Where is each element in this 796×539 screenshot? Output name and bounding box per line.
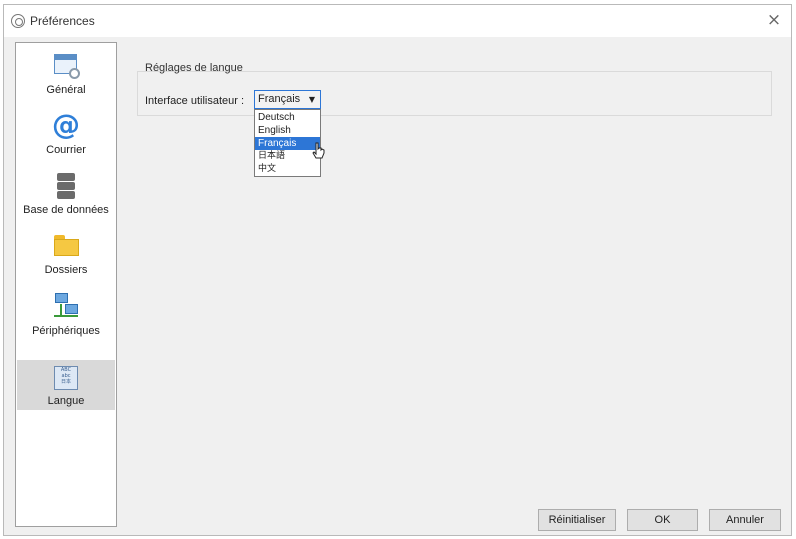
language-icon: ABC abc 日本	[52, 364, 80, 392]
ok-button[interactable]: OK	[627, 509, 698, 531]
network-devices-icon	[52, 292, 80, 320]
cancel-button[interactable]: Annuler	[709, 509, 781, 531]
interface-language-label: Interface utilisateur :	[145, 95, 245, 107]
language-settings-group	[137, 71, 772, 116]
language-option-japanese[interactable]: 日本語	[255, 150, 320, 163]
language-option-francais[interactable]: Français	[255, 137, 320, 150]
sidebar-item-general[interactable]: Général	[17, 47, 115, 107]
sidebar-item-label: Périphériques	[32, 325, 100, 337]
app-icon	[11, 14, 25, 28]
sidebar-item-database[interactable]: Base de données	[17, 167, 115, 227]
sidebar-item-folders[interactable]: Dossiers	[17, 227, 115, 287]
at-mail-icon: @	[52, 108, 80, 141]
window-title: Préférences	[30, 14, 95, 28]
preferences-sidebar: Général @ Courrier Base de données Dossi…	[15, 42, 117, 527]
close-button[interactable]: ×	[763, 9, 785, 31]
folder-icon	[52, 231, 80, 259]
sidebar-item-label: Dossiers	[44, 264, 88, 276]
database-icon	[52, 171, 80, 199]
sidebar-item-devices[interactable]: Périphériques	[17, 288, 115, 348]
interface-language-select[interactable]: Français ▼	[254, 90, 321, 109]
language-dropdown-list: Deutsch English Français 日本語 中文	[254, 109, 321, 177]
selected-language: Français	[258, 93, 301, 105]
sidebar-item-label: Général	[46, 84, 86, 96]
reset-button[interactable]: Réinitialiser	[538, 509, 616, 531]
title-bar: Préférences ×	[4, 5, 791, 37]
language-option-deutsch[interactable]: Deutsch	[255, 111, 320, 124]
mouse-pointer-icon	[312, 142, 325, 159]
sidebar-item-label: Courrier	[46, 144, 86, 156]
chevron-down-icon: ▼	[308, 95, 315, 104]
language-option-english[interactable]: English	[255, 124, 320, 137]
sidebar-item-language[interactable]: ABC abc 日本 Langue	[17, 360, 115, 410]
general-settings-icon	[52, 51, 80, 79]
sidebar-item-label: Langue	[47, 395, 85, 407]
language-option-chinese[interactable]: 中文	[255, 163, 320, 176]
sidebar-item-label: Base de données	[23, 204, 109, 216]
sidebar-item-mail[interactable]: @ Courrier	[17, 107, 115, 167]
group-title: Réglages de langue	[145, 62, 243, 74]
